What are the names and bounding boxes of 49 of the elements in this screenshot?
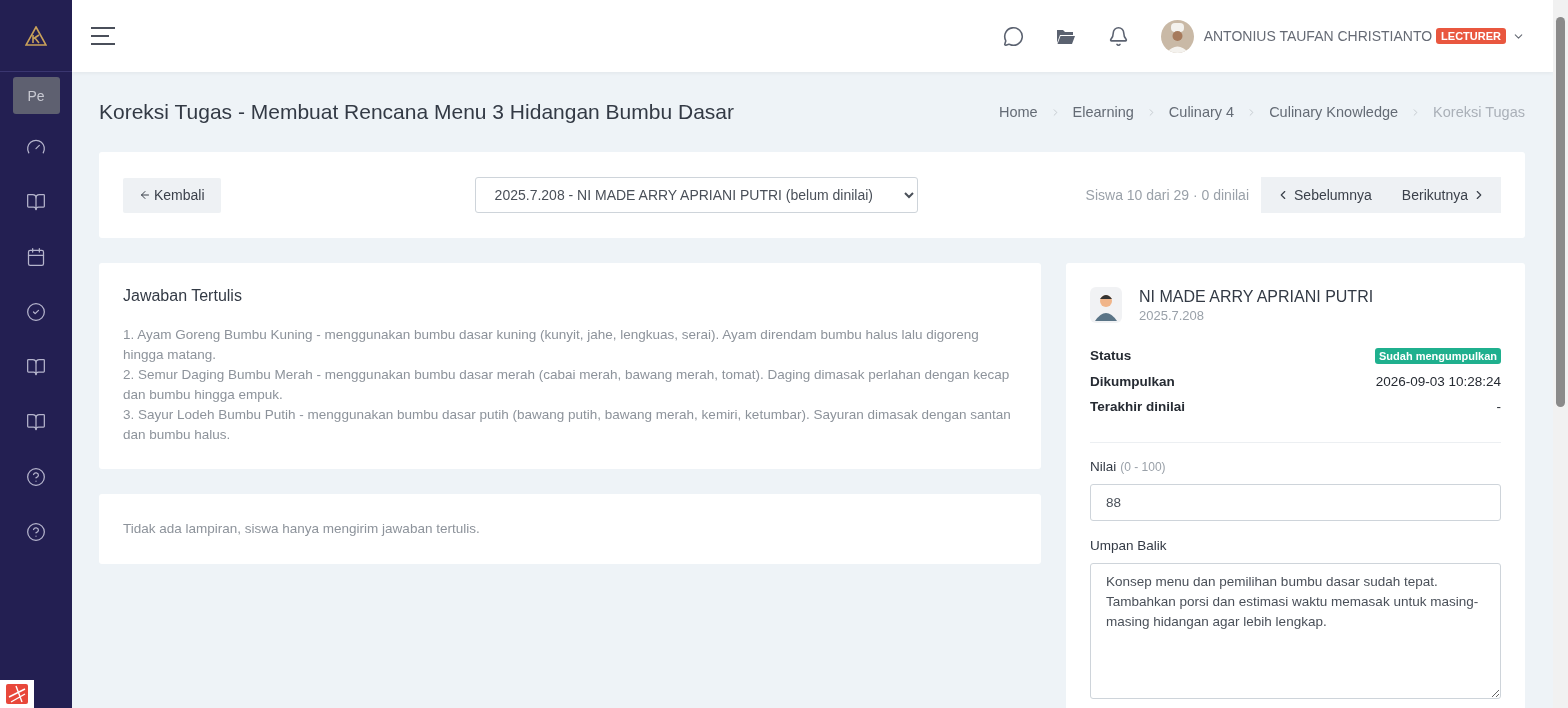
profile-button[interactable]: Pe [12, 77, 60, 114]
extension-icon[interactable] [5, 683, 29, 705]
student-avatar [1090, 287, 1122, 323]
arrow-left-icon [139, 189, 151, 201]
card-title: Jawaban Tertulis [123, 287, 243, 305]
chat-icon[interactable] [1002, 25, 1024, 47]
score-range: (0 - 100) [1120, 459, 1166, 474]
detail-value: 2026-09-03 10:28:24 [1375, 373, 1501, 389]
progress-text: Siswa 10 dari 29 · 0 dinilai [1085, 187, 1249, 203]
book-icon[interactable] [26, 357, 46, 377]
calendar-icon[interactable] [26, 247, 46, 267]
answer-text: 1. Ayam Goreng Bumbu Kuning - menggunakan bumbu dasar kuning (kunyit, jahe, lengkuas, serai). Ayam direndam bumbu halus lalu digoreng hingga matang. [123, 326, 980, 364]
attachment-note: Tidak ada lampiran, siswa hanya mengirim jawaban tertulis. [123, 520, 480, 538]
breadcrumb-link[interactable]: Culinary 4 [1168, 104, 1235, 120]
user-avatar[interactable] [1160, 19, 1194, 53]
role-badge: LECTURER [1436, 28, 1506, 44]
scrollbar[interactable] [1553, 0, 1568, 708]
previous-button[interactable]: Sebelumnya [1261, 177, 1387, 213]
detail-label: Dikumpulkan [1090, 373, 1175, 389]
status-badge: Sudah mengumpulkan [1375, 347, 1501, 364]
user-name[interactable]: ANTONIUS TAUFAN CHRISTIANTO [1203, 28, 1433, 44]
book-icon[interactable] [26, 412, 46, 432]
feedback-label: Umpan Balik [1090, 537, 1167, 553]
logo-icon[interactable] [25, 25, 47, 46]
score-field[interactable]: 88 [1090, 483, 1501, 521]
folder-icon[interactable] [1055, 27, 1076, 45]
answer-text: 2. Semur Daging Bumbu Merah - menggunakan bumbu dasar merah (cabai merah, bawang merah, tomat). Daging dimasak perlahan dengan kecap dan bumbu hingga empuk. [123, 366, 1011, 404]
book-icon[interactable] [26, 192, 46, 212]
back-button[interactable]: Kembali [123, 177, 221, 213]
breadcrumb-link[interactable]: Culinary Knowledge [1269, 104, 1399, 120]
student-id: 2025.7.208 [1139, 307, 1206, 323]
help-icon[interactable] [26, 522, 46, 542]
page-title: Koreksi Tugas - Membuat Rencana Menu 3 Hidangan Bumbu Dasar [99, 100, 734, 124]
detail-label: Status [1090, 348, 1132, 364]
breadcrumb-link[interactable]: Elearning [1072, 104, 1134, 120]
detail-value: - [1496, 399, 1501, 415]
next-button[interactable]: Berikutnya [1386, 177, 1501, 213]
student-name: NI MADE ARRY APRIANI PUTRI [1139, 287, 1374, 306]
bell-icon[interactable] [1107, 25, 1129, 47]
answer-text: 3. Sayur Lodeh Bumbu Putih - menggunakan bumbu dasar putih (bawang putih, bawang merah, kemiri, ketumbar). Sayuran dimasak dengan santan dan bumbu halus. [123, 406, 1012, 444]
student-select[interactable]: 2025.7.208 - NI MADE ARRY APRIANI PUTRI (belum dinilai) [474, 177, 918, 213]
check-circle-icon[interactable] [26, 302, 46, 322]
breadcrumb-current: Koreksi Tugas [1433, 104, 1525, 120]
detail-label: Terakhir dinilai [1090, 399, 1186, 415]
score-label: Nilai [1090, 458, 1117, 474]
help-icon[interactable] [26, 467, 46, 487]
feedback-field[interactable]: Konsep menu dan pemilihan bumbu dasar sudah tepat. Tambahkan porsi dan estimasi waktu memasak untuk masing-masing hidangan agar lebih lengkap. [1090, 562, 1501, 699]
menu-icon[interactable] [90, 26, 116, 46]
breadcrumb-link[interactable]: Home [998, 104, 1038, 120]
